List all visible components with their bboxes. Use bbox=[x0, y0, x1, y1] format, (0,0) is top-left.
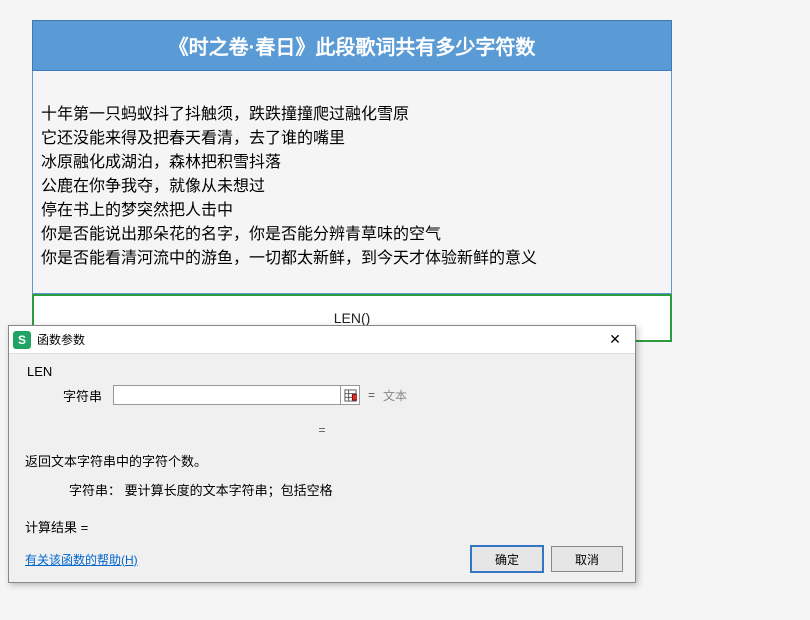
lyrics-cell: 十年第一只蚂蚁抖了抖触须，跌跌撞撞爬过融化雪原 它还没能来得及把春天看清，去了谁… bbox=[32, 71, 672, 294]
close-icon: ✕ bbox=[609, 331, 621, 348]
dialog-titlebar[interactable]: S 函数参数 ✕ bbox=[9, 326, 635, 354]
argument-input[interactable] bbox=[113, 385, 341, 405]
range-select-button[interactable] bbox=[340, 385, 360, 405]
argument-desc-text: 要计算长度的文本字符串；包括空格 bbox=[125, 483, 333, 498]
close-button[interactable]: ✕ bbox=[595, 327, 635, 353]
argument-description: 字符串： 要计算长度的文本字符串；包括空格 bbox=[69, 480, 623, 499]
worksheet: 《时之卷·春日》此段歌词共有多少字符数 十年第一只蚂蚁抖了抖触须，跌跌撞撞爬过融… bbox=[32, 20, 672, 342]
lyric-line: 十年第一只蚂蚁抖了抖触须，跌跌撞撞爬过融化雪原 bbox=[41, 103, 663, 127]
cancel-button[interactable]: 取消 bbox=[551, 546, 623, 572]
function-description: 返回文本字符串中的字符个数。 bbox=[25, 451, 623, 470]
ok-button[interactable]: 确定 bbox=[471, 546, 543, 572]
lyric-line: 你是否能看清河流中的游鱼，一切都太新鲜，到今天才体验新鲜的意义 bbox=[41, 247, 663, 271]
dialog-title: 函数参数 bbox=[37, 331, 85, 348]
help-link[interactable]: 有关该函数的帮助(H) bbox=[25, 551, 138, 568]
app-icon: S bbox=[13, 331, 31, 349]
function-name: LEN bbox=[27, 364, 623, 379]
calc-result: 计算结果 = bbox=[25, 517, 623, 536]
argument-label: 字符串 bbox=[63, 386, 113, 405]
calc-result-label: 计算结果 = bbox=[25, 520, 88, 535]
lyric-line: 你是否能说出那朵花的名字，你是否能分辨青草味的空气 bbox=[41, 223, 663, 247]
dialog-footer: 有关该函数的帮助(H) 确定 取消 bbox=[21, 546, 623, 572]
dialog-body: LEN 字符串 = 文本 = 返回文本字符串中的字符个数。 字符串： 要计算长度… bbox=[9, 354, 635, 582]
formula-text: LEN() bbox=[334, 310, 371, 326]
lyric-line: 冰原融化成湖泊，森林把积雪抖落 bbox=[41, 151, 663, 175]
header-cell: 《时之卷·春日》此段歌词共有多少字符数 bbox=[32, 20, 672, 71]
result-equals: = bbox=[21, 423, 623, 437]
function-args-dialog: S 函数参数 ✕ LEN 字符串 = 文本 = 返回文本字符串中的字符 bbox=[8, 325, 636, 583]
argument-row: 字符串 = 文本 bbox=[63, 385, 623, 405]
lyric-line: 它还没能来得及把春天看清，去了谁的嘴里 bbox=[41, 127, 663, 151]
equals-sign: = bbox=[368, 388, 375, 402]
argument-desc-label: 字符串： bbox=[69, 483, 121, 498]
argument-preview: 文本 bbox=[383, 387, 407, 404]
lyric-line: 公鹿在你争我夺，就像从未想过 bbox=[41, 175, 663, 199]
table-ref-icon bbox=[344, 389, 357, 402]
header-title: 《时之卷·春日》此段歌词共有多少字符数 bbox=[169, 37, 536, 59]
lyric-line: 停在书上的梦突然把人击中 bbox=[41, 199, 663, 223]
